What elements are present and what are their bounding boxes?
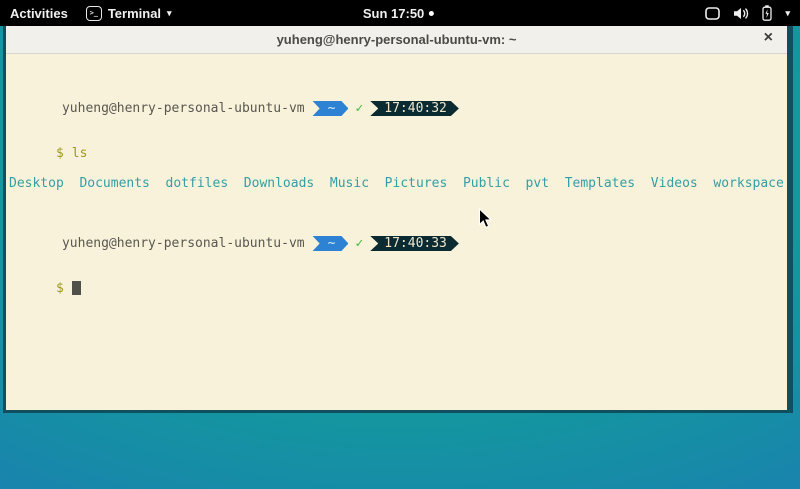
notification-dot [429,11,434,16]
terminal-window: yuheng@henry-personal-ubuntu-vm: ~ × yuh… [3,26,793,413]
prompt-line-1: yuheng@henry-personal-ubuntu-vm~✓17:40:3… [6,86,787,101]
prompt-user-host: yuheng@henry-personal-ubuntu-vm [62,236,305,251]
terminal-app-icon: >_ [86,6,102,21]
prompt-cwd: ~ [328,101,336,116]
clock-button[interactable]: Sun 17:50 [363,0,434,26]
command-text: ls [72,146,88,161]
prompt-time-segment: 17:40:32 [370,101,459,116]
window-title: yuheng@henry-personal-ubuntu-vm: ~ [277,32,517,47]
prompt-symbol: $ [56,146,64,161]
command-line: $ls [6,131,787,146]
terminal-app-icon-glyph: >_ [90,10,98,17]
close-button[interactable]: × [764,30,773,46]
terminal-cursor [72,281,81,295]
status-ok-icon: ✓ [355,236,363,251]
app-menu-label: Terminal [108,6,161,21]
prompt-cwd-segment: ~ [313,101,349,116]
clock-label: Sun 17:50 [363,6,424,21]
window-titlebar[interactable]: yuheng@henry-personal-ubuntu-vm: ~ × [6,26,787,54]
prompt-cwd: ~ [328,236,336,251]
ls-output-line: Desktop Documents dotfiles Downloads Mus… [9,176,787,191]
system-status-area[interactable]: ▾ [705,0,790,26]
prompt-time: 17:40:32 [384,101,447,116]
prompt-time: 17:40:33 [384,236,447,251]
prompt-line-2: yuheng@henry-personal-ubuntu-vm~✓17:40:3… [6,221,787,236]
prompt-symbol: $ [56,281,64,296]
volume-icon [733,7,749,20]
chevron-down-icon: ▾ [167,9,172,18]
activities-button[interactable]: Activities [10,6,68,21]
status-ok-icon: ✓ [355,101,363,116]
system-menu-chevron-icon: ▾ [785,9,790,18]
terminal-content[interactable]: yuheng@henry-personal-ubuntu-vm ~ ✓ 17:40:3… [6,54,787,412]
prompt-time-segment: 17:40:33 [370,236,459,251]
app-menu-button[interactable]: >_ Terminal ▾ [86,6,172,21]
top-bar: Activities >_ Terminal ▾ Sun 17:50 [0,0,800,26]
battery-charging-icon [762,5,772,21]
prompt-cwd-segment: ~ [313,236,349,251]
input-line: $ [6,266,787,281]
screen-icon [705,7,720,20]
prompt-user-host: yuheng@henry-personal-ubuntu-vm [62,101,305,116]
